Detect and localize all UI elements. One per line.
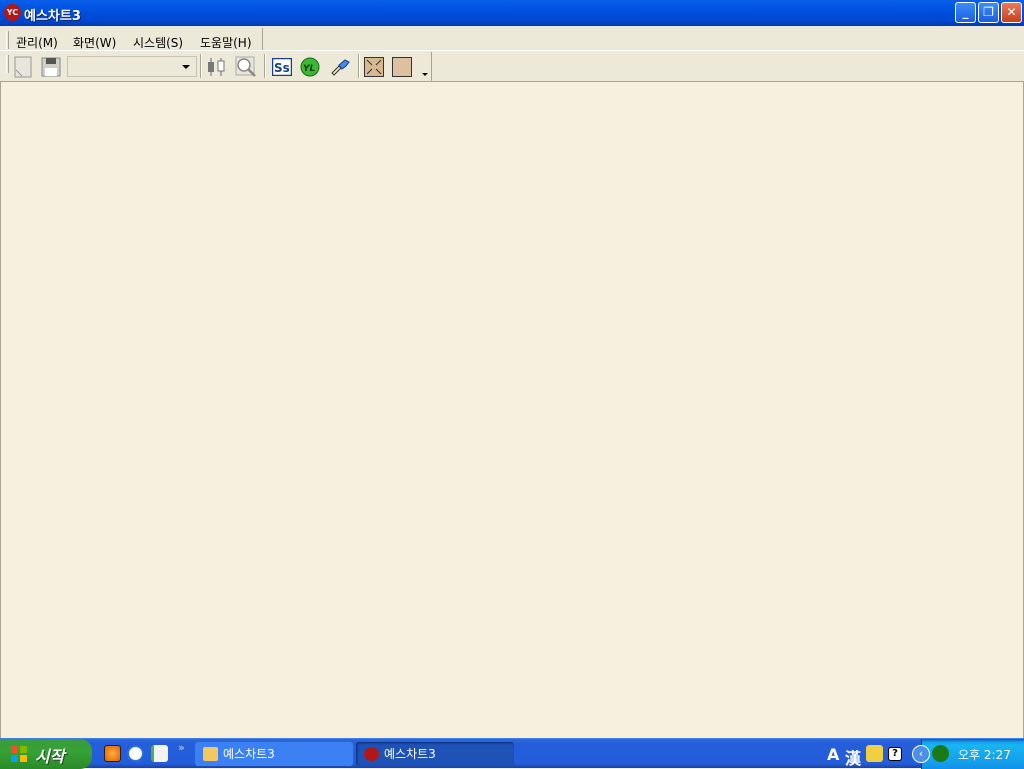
restore-button[interactable]: ❐ — [978, 2, 999, 23]
save-button[interactable] — [39, 55, 62, 78]
svg-text:Ss: Ss — [274, 61, 290, 75]
color-button[interactable] — [390, 55, 413, 78]
toolbar: Ss YL — [0, 51, 1024, 82]
search-button[interactable] — [234, 55, 257, 78]
new-document-icon — [14, 56, 31, 77]
chevron-down-icon[interactable] — [182, 65, 190, 69]
separator — [358, 54, 360, 78]
symbol-combobox[interactable] — [67, 56, 197, 77]
save-icon — [41, 57, 60, 76]
menu-system[interactable]: 시스템(S) — [133, 34, 183, 51]
window-title: 예스차트3 — [24, 9, 81, 24]
start-label: 시작 — [35, 747, 65, 766]
close-button[interactable]: ✕ — [1001, 2, 1022, 23]
ss-icon: Ss — [271, 57, 292, 76]
tray-expand-chevron-icon[interactable]: ‹ — [912, 745, 930, 763]
grip-handle[interactable] — [6, 55, 9, 73]
title-bar[interactable]: YC 예스차트3 _ ❐ ✕ — [0, 0, 1024, 26]
fullscreen-button[interactable] — [362, 55, 385, 78]
mdi-client-area[interactable] — [0, 82, 1024, 738]
wrench-icon — [330, 58, 350, 76]
grip-handle[interactable] — [6, 31, 9, 49]
new-button[interactable] — [11, 55, 34, 78]
quicklaunch-chevron-icon[interactable]: » — [178, 741, 185, 754]
ime-mode-a[interactable]: A — [827, 745, 839, 764]
windows-logo-icon — [11, 746, 27, 762]
ime-hanja[interactable]: 漢 — [845, 745, 861, 769]
help-icon[interactable]: ? — [888, 747, 902, 761]
minimize-icon: _ — [962, 5, 969, 19]
task-button-folder[interactable]: 예스차트3 — [195, 742, 353, 766]
chart-button[interactable] — [204, 55, 227, 78]
separator — [264, 54, 266, 78]
zoom-icon — [235, 56, 256, 77]
task-label: 예스차트3 — [223, 747, 275, 761]
menu-screen[interactable]: 화면(W) — [73, 34, 116, 51]
ime-pad-icon[interactable] — [866, 745, 883, 762]
yl-button[interactable]: YL — [298, 55, 321, 78]
svg-text:YL: YL — [303, 64, 316, 74]
separator — [200, 54, 202, 78]
menu-manage[interactable]: 관리(M) — [16, 34, 58, 51]
fullscreen-icon — [363, 56, 384, 77]
task-label: 예스차트3 — [384, 747, 436, 761]
close-icon: ✕ — [1006, 5, 1017, 19]
tray-app-icon[interactable] — [932, 745, 949, 762]
settings-button[interactable] — [328, 55, 351, 78]
app-icon — [364, 747, 379, 761]
taskbar: 시작 » 예스차트3 예스차트3 A 漢 ? ‹ 오후 2:27 — [0, 738, 1024, 769]
toolbar-overflow-chevron-icon[interactable] — [422, 73, 428, 76]
task-button-app[interactable]: 예스차트3 — [356, 742, 514, 766]
yl-icon: YL — [300, 57, 319, 76]
menu-help[interactable]: 도움말(H) — [200, 34, 252, 51]
menu-bar: 관리(M) 화면(W) 시스템(S) 도움말(H) — [0, 26, 1024, 51]
folder-icon — [203, 747, 218, 761]
app-icon[interactable]: YC — [4, 4, 21, 21]
menu-band: 관리(M) 화면(W) 시스템(S) 도움말(H) — [3, 28, 263, 50]
color-box-icon — [391, 56, 412, 77]
clock[interactable]: 오후 2:27 — [958, 746, 1011, 763]
start-button[interactable]: 시작 — [0, 739, 92, 769]
candlestick-icon — [207, 57, 224, 76]
quicklaunch-ie-icon[interactable] — [127, 745, 144, 762]
quicklaunch-media-icon[interactable] — [104, 745, 121, 762]
restore-icon: ❐ — [983, 5, 994, 19]
minimize-button[interactable]: _ — [955, 2, 976, 23]
ss-button[interactable]: Ss — [270, 55, 293, 78]
quicklaunch-audio-icon[interactable] — [151, 745, 168, 762]
